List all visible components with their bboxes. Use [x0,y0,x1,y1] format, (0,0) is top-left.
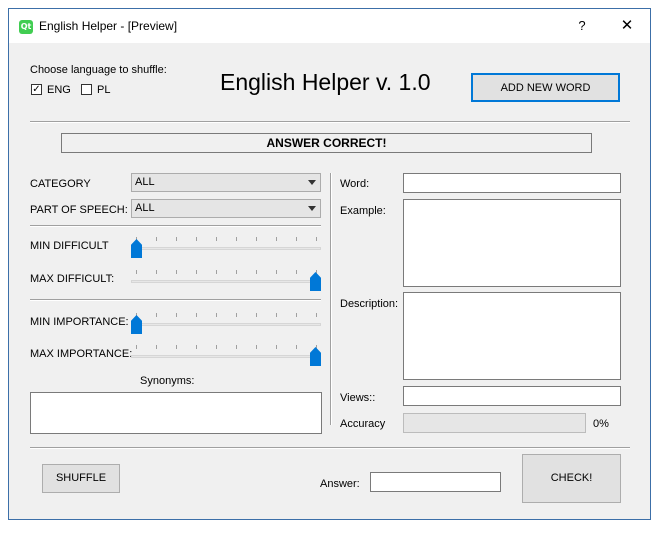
max-difficult-slider[interactable] [131,268,321,292]
eng-label: ENG [47,84,71,96]
min-importance-slider[interactable] [131,311,321,335]
min-difficult-label: MIN DIFFICULT [30,240,109,252]
check-button[interactable]: CHECK! [522,454,621,503]
chevron-down-icon [308,206,316,211]
slider-groove [131,355,321,358]
synonyms-field[interactable] [30,392,322,434]
divider [30,225,321,227]
views-field[interactable] [403,386,621,406]
category-label: CATEGORY [30,178,91,190]
status-banner: ANSWER CORRECT! [61,133,592,153]
divider [30,447,630,449]
accuracy-label: Accuracy [340,418,386,430]
slider-handle[interactable] [310,272,321,291]
pl-label: PL [97,84,111,96]
answer-field[interactable] [370,472,501,492]
example-label: Example: [340,205,386,217]
qt-logo-icon: Qt [19,20,33,34]
views-label: Views:: [340,392,376,404]
help-button[interactable]: ? [569,15,595,37]
chevron-down-icon [308,180,316,185]
accuracy-value: 0% [593,418,609,430]
check-mark-icon: ✓ [32,84,41,95]
divider [30,299,321,301]
part-of-speech-label: PART OF SPEECH: [30,204,128,216]
example-field[interactable] [403,199,621,287]
app-title: English Helper v. 1.0 [220,69,431,95]
slider-groove [131,323,321,326]
word-field[interactable] [403,173,621,193]
min-importance-label: MIN IMPORTANCE: [30,316,129,328]
category-select[interactable]: ALL [131,173,321,192]
divider [30,121,630,123]
answer-label: Answer: [320,478,360,490]
category-value: ALL [135,176,155,188]
max-importance-label: MAX IMPORTANCE: [30,348,133,360]
pl-checkbox[interactable] [81,84,92,95]
main-window: Qt English Helper - [Preview] ? ✕ Choose… [8,8,651,520]
max-difficult-label: MAX DIFFICULT: [30,273,115,285]
word-label: Word: [340,178,370,190]
max-importance-slider[interactable] [131,343,321,367]
language-prompt: Choose language to shuffle: [30,64,167,76]
slider-handle[interactable] [310,347,321,366]
part-of-speech-select[interactable]: ALL [131,199,321,218]
eng-checkbox[interactable]: ✓ [31,84,42,95]
window-title: English Helper - [Preview] [39,19,178,33]
min-difficult-slider[interactable] [131,235,321,259]
synonyms-label: Synonyms: [140,375,195,387]
add-new-word-button[interactable]: ADD NEW WORD [471,73,620,102]
slider-groove [131,280,321,283]
slider-handle[interactable] [131,315,142,334]
shuffle-button[interactable]: SHUFFLE [42,464,120,493]
vertical-divider [330,173,332,425]
title-bar: Qt English Helper - [Preview] ? ✕ [9,9,650,43]
accuracy-progress-bar [403,413,586,433]
description-label: Description: [340,298,399,310]
description-field[interactable] [403,292,621,380]
slider-groove [131,247,321,250]
close-button[interactable]: ✕ [612,15,642,37]
slider-handle[interactable] [131,239,142,258]
part-of-speech-value: ALL [135,202,155,214]
